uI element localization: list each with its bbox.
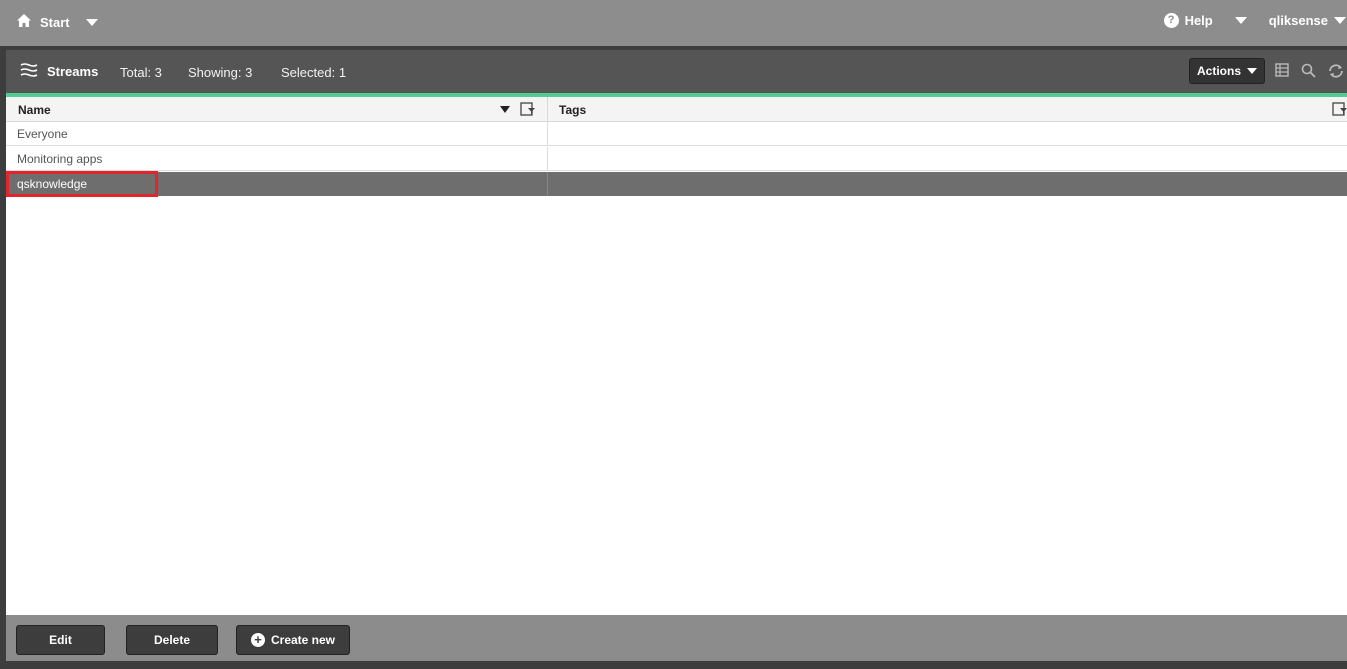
refresh-icon[interactable] (1327, 63, 1345, 84)
column-divider (547, 122, 548, 145)
sort-descending-icon[interactable] (500, 106, 510, 113)
panel-header: Streams Total: 3 Showing: 3 Selected: 1 … (6, 50, 1347, 97)
actions-button[interactable]: Actions (1189, 58, 1265, 84)
create-new-button[interactable]: + Create new (236, 625, 350, 655)
delete-label: Delete (153, 633, 191, 647)
table-row[interactable]: Monitoring apps (6, 147, 1347, 171)
column-filter-icon[interactable] (1332, 102, 1347, 119)
create-new-label: Create new (270, 633, 336, 647)
page-title: Streams (47, 64, 99, 79)
home-icon (16, 13, 32, 31)
table-row[interactable]: Everyone (6, 122, 1347, 146)
showing-count: Showing: 3 (188, 65, 253, 80)
column-divider (547, 97, 548, 121)
table-row-selected[interactable]: qsknowledge (6, 172, 1347, 196)
edit-button[interactable]: Edit (16, 625, 105, 655)
chevron-down-icon (1334, 17, 1346, 24)
user-menu[interactable]: qliksense (1269, 13, 1346, 28)
actions-label: Actions (1196, 64, 1241, 78)
plus-circle-icon: + (250, 633, 265, 647)
search-icon[interactable] (1301, 63, 1316, 83)
edit-label: Edit (49, 633, 72, 647)
chevron-down-icon (85, 18, 98, 26)
start-menu[interactable]: Start (16, 13, 98, 31)
footer-toolbar: Edit Delete + Create new (6, 615, 1347, 661)
highlight-annotation (6, 171, 158, 197)
table-header: Name Tags (6, 97, 1347, 122)
column-header-tags[interactable]: Tags (559, 103, 586, 117)
table-view-icon[interactable] (1275, 63, 1289, 82)
user-label: qliksense (1268, 13, 1328, 28)
column-divider (547, 172, 548, 195)
streams-panel: Streams Total: 3 Showing: 3 Selected: 1 … (6, 50, 1347, 661)
top-bar: Start ? Help qliksense (0, 0, 1347, 46)
selected-count: Selected: 1 (281, 65, 347, 80)
content-frame: Streams Total: 3 Showing: 3 Selected: 1 … (0, 46, 1347, 669)
help-label: Help (1184, 13, 1213, 28)
help-icon: ? (1163, 13, 1179, 28)
column-header-name[interactable]: Name (18, 103, 51, 117)
help-menu[interactable]: ? Help (1163, 13, 1247, 28)
column-filter-icon[interactable] (520, 102, 536, 119)
streams-icon (20, 63, 38, 80)
chevron-down-icon (1234, 17, 1247, 24)
chevron-down-icon (1247, 68, 1257, 74)
delete-button[interactable]: Delete (126, 625, 218, 655)
start-label: Start (40, 14, 70, 30)
total-count: Total: 3 (120, 65, 162, 80)
column-divider (547, 147, 548, 170)
row-name: Everyone (17, 127, 68, 141)
row-name: Monitoring apps (17, 152, 103, 166)
